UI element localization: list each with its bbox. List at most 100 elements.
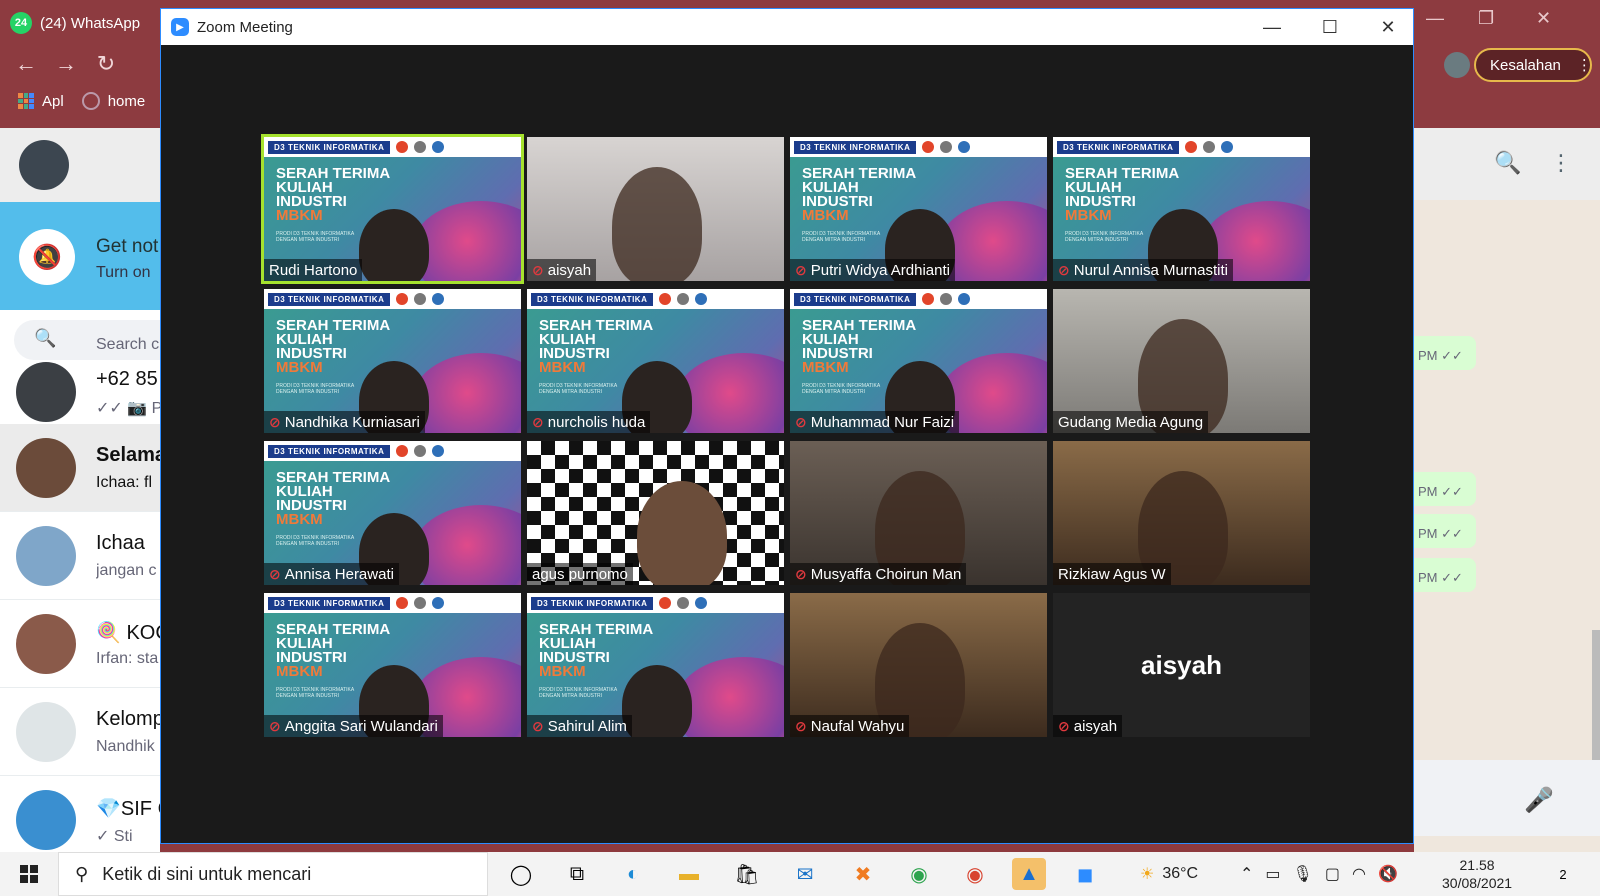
participant-tile[interactable]: D3 TEKNIK INFORMATIKA SERAH TERIMA KULIAH I… bbox=[527, 289, 784, 433]
zoom-titlebar[interactable]: ▶ Zoom Meeting — ☐ ✕ bbox=[161, 9, 1413, 45]
system-tray[interactable]: ⌃ ▭ 🎙 ▢ ◠ 🔇 bbox=[1240, 852, 1398, 896]
maximize-icon[interactable]: ☐ bbox=[1307, 13, 1353, 41]
participant-tile[interactable]: aisyah ⊘ aisyah bbox=[1053, 593, 1310, 737]
slide-header: D3 TEKNIK INFORMATIKA bbox=[527, 289, 784, 309]
participant-tile[interactable]: Rizkiaw Agus W bbox=[1053, 441, 1310, 585]
slide-header: D3 TEKNIK INFORMATIKA bbox=[264, 441, 521, 461]
browser-close-icon[interactable]: ✕ bbox=[1536, 8, 1551, 29]
clock[interactable]: 21.58 30/08/2021 bbox=[1442, 856, 1512, 892]
chrome-icon[interactable]: ◉ bbox=[902, 858, 936, 890]
participant-tile[interactable]: D3 TEKNIK INFORMATIKA SERAH TERIMA KULIAH I… bbox=[1053, 137, 1310, 281]
cortana-icon[interactable]: ◯ bbox=[504, 858, 538, 890]
taskbar-search-placeholder: Ketik di sini untuk mencari bbox=[102, 863, 312, 884]
notification-title: Get not bbox=[96, 236, 159, 257]
participant-tile[interactable]: ⊘ Musyaffa Choirun Man bbox=[790, 441, 1047, 585]
start-button[interactable] bbox=[0, 852, 58, 896]
back-icon[interactable]: ← bbox=[12, 50, 40, 78]
chat-item[interactable]: +62 85 ✓✓ 📷 Ph bbox=[0, 348, 160, 436]
volume-muted-icon[interactable]: 🔇 bbox=[1378, 864, 1398, 884]
mail-icon[interactable]: ✉ bbox=[788, 858, 822, 890]
participant-name-tag: ⊘ Annisa Herawati bbox=[264, 563, 399, 585]
notification-center-icon[interactable]: 2 bbox=[1546, 858, 1580, 890]
close-icon[interactable]: ✕ bbox=[1365, 13, 1411, 41]
participant-name-tag: ⊘ Nurul Annisa Murnastiti bbox=[1053, 259, 1233, 281]
globe-icon bbox=[81, 92, 100, 110]
forward-icon[interactable]: → bbox=[52, 50, 80, 78]
mic-muted-icon: ⊘ bbox=[532, 413, 544, 430]
device-icon[interactable]: ▭ bbox=[1265, 864, 1280, 884]
xampp-icon[interactable]: ✖ bbox=[846, 858, 880, 890]
reload-icon[interactable]: ↻ bbox=[92, 50, 120, 78]
participant-tile[interactable]: D3 TEKNIK INFORMATIKA SERAH TERIMA KULIAH I… bbox=[261, 134, 524, 284]
slide-header: D3 TEKNIK INFORMATIKA bbox=[264, 289, 521, 309]
profile-avatar[interactable] bbox=[1444, 52, 1470, 78]
taskbar-search[interactable]: ⚲ Ketik di sini untuk mencari bbox=[58, 852, 488, 896]
chat-item[interactable]: Ichaa jangan c bbox=[0, 512, 160, 600]
participant-tile[interactable]: D3 TEKNIK INFORMATIKA SERAH TERIMA KULIAH I… bbox=[264, 441, 521, 585]
participant-tile[interactable]: ⊘ Naufal Wahyu bbox=[790, 593, 1047, 737]
task-view-icon[interactable]: ⧉ bbox=[560, 858, 594, 890]
video-gallery: D3 TEKNIK INFORMATIKA SERAH TERIMA KULIAH I… bbox=[261, 134, 1310, 737]
chrome-profile-icon[interactable]: ◉ bbox=[958, 858, 992, 890]
slide-header: D3 TEKNIK INFORMATIKA bbox=[790, 137, 1047, 157]
my-avatar[interactable] bbox=[19, 140, 69, 190]
participant-tile[interactable]: D3 TEKNIK INFORMATIKA SERAH TERIMA KULIAH I… bbox=[264, 593, 521, 737]
logo-icon bbox=[1185, 141, 1198, 153]
chat-item[interactable]: 💎SIF C ✓ Sti bbox=[0, 776, 160, 864]
browser-restore-icon[interactable]: ❐ bbox=[1478, 8, 1494, 29]
participant-name: aisyah bbox=[547, 261, 592, 279]
zoom-camera-icon: ▶ bbox=[171, 18, 189, 36]
browser-tab-whatsapp[interactable]: 24 (24) WhatsApp bbox=[10, 6, 140, 40]
logo-icon bbox=[1221, 141, 1234, 153]
chevron-up-icon[interactable]: ⌃ bbox=[1240, 864, 1253, 884]
photos-icon[interactable]: ▲ bbox=[1012, 858, 1046, 890]
participant-name: Rizkiaw Agus W bbox=[1058, 565, 1166, 583]
store-icon[interactable]: 🛍 bbox=[730, 858, 764, 890]
chat-item[interactable]: 🍭 KOC Irfan: sta bbox=[0, 600, 160, 688]
error-button[interactable]: Kesalahan ⋮ bbox=[1474, 48, 1592, 82]
chat-item[interactable]: Kelomp Nandhik bbox=[0, 688, 160, 776]
participant-name-tag: ⊘ Nandhika Kurniasari bbox=[264, 411, 425, 433]
participant-tile[interactable]: D3 TEKNIK INFORMATIKA SERAH TERIMA KULIAH I… bbox=[264, 289, 521, 433]
bookmark-home[interactable]: home bbox=[81, 92, 145, 110]
apps-grid-icon bbox=[18, 93, 34, 109]
file-explorer-icon[interactable]: ▬ bbox=[672, 858, 706, 890]
participant-tile[interactable]: Gudang Media Agung bbox=[1053, 289, 1310, 433]
participant-name-tag: ⊘ aisyah bbox=[1053, 715, 1123, 737]
message-bubble: PM ✓✓ bbox=[1414, 558, 1476, 592]
menu-icon[interactable]: ⋮ bbox=[1550, 150, 1572, 176]
sun-icon: ☀ bbox=[1140, 866, 1155, 883]
scrollbar[interactable] bbox=[1592, 630, 1600, 760]
mic-icon[interactable]: 🎤 bbox=[1524, 786, 1554, 815]
edge-icon[interactable]: ◐ bbox=[616, 858, 650, 890]
participant-tile[interactable]: D3 TEKNIK INFORMATIKA SERAH TERIMA KULIAH I… bbox=[527, 593, 784, 737]
minimize-icon[interactable]: — bbox=[1249, 13, 1295, 41]
participant-video bbox=[612, 167, 702, 281]
bookmark-apps[interactable]: Apl bbox=[18, 93, 64, 110]
chat-item[interactable]: Selama Ichaa: fl bbox=[0, 424, 160, 512]
battery-icon[interactable]: ▢ bbox=[1325, 864, 1340, 884]
message-input-bar[interactable] bbox=[1414, 760, 1600, 836]
weather-widget[interactable]: ☀ 36°C bbox=[1140, 852, 1198, 896]
participant-tile[interactable]: ⊘ aisyah bbox=[527, 137, 784, 281]
participant-name-tag: ⊘ Musyaffa Choirun Man bbox=[790, 563, 967, 585]
participant-tile[interactable]: agus purnomo bbox=[527, 441, 784, 585]
participant-name: Nurul Annisa Murnastiti bbox=[1073, 261, 1228, 279]
participant-tile[interactable]: D3 TEKNIK INFORMATIKA SERAH TERIMA KULIAH I… bbox=[790, 137, 1047, 281]
participant-tile[interactable]: D3 TEKNIK INFORMATIKA SERAH TERIMA KULIAH I… bbox=[790, 289, 1047, 433]
notification-subtitle[interactable]: Turn on bbox=[96, 264, 151, 282]
participant-name: Annisa Herawati bbox=[284, 565, 394, 583]
search-icon[interactable]: 🔍 bbox=[1494, 150, 1521, 176]
avatar bbox=[16, 362, 76, 422]
logo-icon bbox=[432, 293, 445, 305]
wifi-icon[interactable]: ◠ bbox=[1352, 864, 1366, 884]
zoom-icon[interactable]: ◼ bbox=[1068, 858, 1102, 890]
date: 30/08/2021 bbox=[1442, 875, 1513, 891]
logo-icon bbox=[958, 293, 971, 305]
participant-name: Muhammad Nur Faizi bbox=[810, 413, 955, 431]
browser-minimize-icon[interactable]: — bbox=[1426, 8, 1444, 29]
logo-icon bbox=[396, 141, 409, 153]
microphone-icon[interactable]: 🎙 bbox=[1293, 864, 1313, 884]
participant-name: Anggita Sari Wulandari bbox=[284, 717, 438, 735]
participant-name-tag: ⊘ Sahirul Alim bbox=[527, 715, 632, 737]
